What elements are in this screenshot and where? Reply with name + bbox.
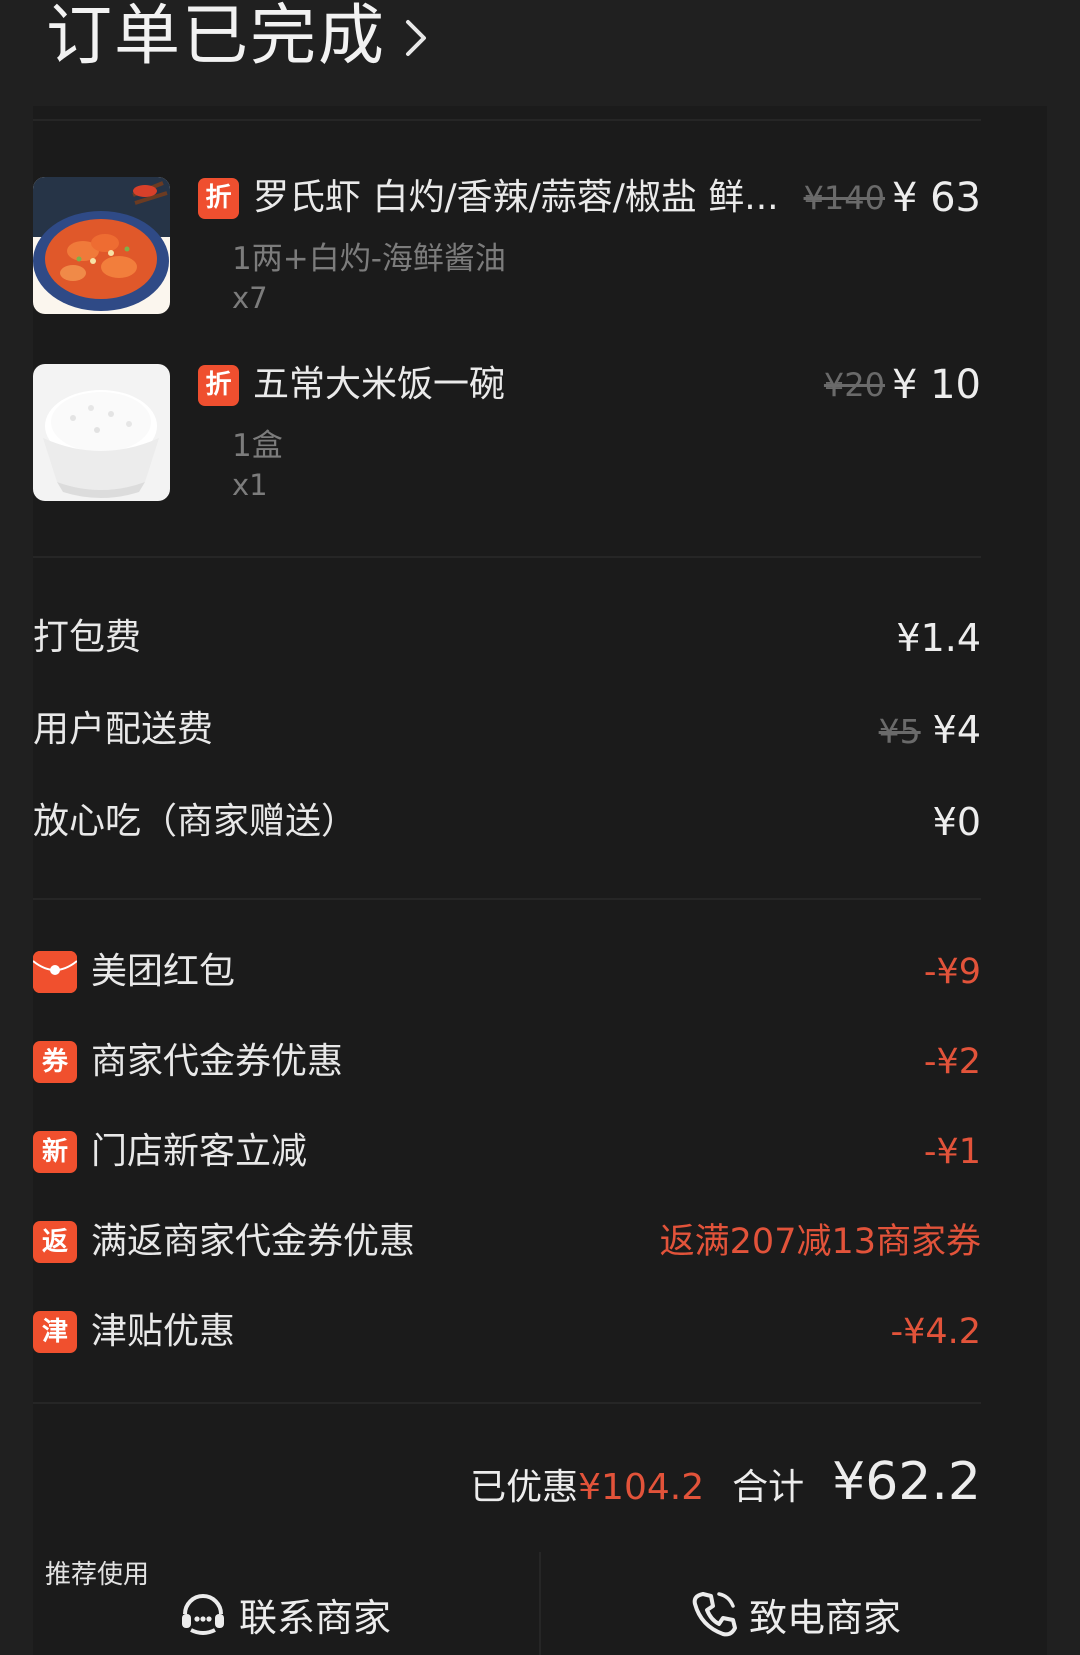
saved-amount: ¥104.2	[578, 1467, 705, 1508]
order-status-title[interactable]: 订单已完成	[46, 0, 430, 74]
chevron-right-icon	[406, 20, 426, 56]
divider	[33, 556, 981, 558]
food-safety-row: 放心吃（商家赠送） ¥0	[33, 794, 981, 850]
packing-fee-row: 打包费 ¥1.4	[33, 610, 981, 666]
item-price: ¥ 10	[891, 362, 981, 408]
discount-value: -¥4.2	[890, 1312, 981, 1352]
total-amount: ¥62.2	[832, 1452, 981, 1512]
rice-bowl-image	[33, 364, 170, 501]
shrimp-dish-image	[33, 177, 170, 314]
subsidy-row: 津 津贴优惠 -¥4.2	[33, 1304, 981, 1360]
divider	[33, 119, 981, 121]
call-merchant-label: 致电商家	[749, 1595, 902, 1640]
meituan-redpacket-row: 美团红包 -¥9	[33, 944, 981, 1000]
discount-value: 返满207减13商家券	[659, 1222, 981, 1262]
divider	[33, 1402, 981, 1404]
item-price: ¥ 63	[891, 175, 981, 221]
coupon-icon: 券	[33, 1041, 77, 1083]
item-quantity: x1	[232, 468, 268, 502]
order-detail-page: 订单已完成 折 罗氏虾 白灼/香辣/蒜蓉/椒盐 鲜... 1两+白灼-海鲜酱油 …	[0, 0, 1080, 1655]
total-label: 合计	[732, 1467, 805, 1508]
merchant-coupon-row: 券 商家代金券优惠 -¥2	[33, 1034, 981, 1090]
item-spec: 1两+白灼-海鲜酱油	[232, 241, 506, 277]
saved-label: 已优惠	[470, 1467, 579, 1508]
phone-icon	[692, 1592, 737, 1637]
fee-current-value: ¥4	[932, 708, 981, 752]
item-name: 五常大米饭一碗	[253, 364, 506, 405]
item-original-price: ¥20	[823, 366, 885, 404]
discount-label: 满返商家代金券优惠	[91, 1221, 416, 1262]
new-customer-icon: 新	[33, 1131, 77, 1173]
discount-label: 商家代金券优惠	[91, 1041, 344, 1082]
discount-tag: 折	[198, 365, 239, 406]
bottom-action-bar: 推荐使用 联系商家 致电商家	[33, 1548, 1047, 1655]
subsidy-icon: 津	[33, 1311, 77, 1353]
red-packet-icon	[33, 951, 77, 993]
fee-value: ¥0	[932, 800, 981, 844]
discount-value: -¥2	[923, 1042, 981, 1082]
divider	[33, 898, 981, 900]
delivery-fee-row: 用户配送费 ¥5 ¥4	[33, 702, 981, 758]
chat-headset-icon	[182, 1594, 224, 1635]
discount-value: -¥1	[923, 1132, 981, 1172]
order-header: 订单已完成	[0, 0, 1080, 106]
contact-merchant-button[interactable]: 联系商家	[179, 1584, 391, 1644]
fee-value: ¥1.4	[896, 616, 981, 660]
cashback-coupon-row: 返 满返商家代金券优惠 返满207减13商家券	[33, 1214, 981, 1270]
item-spec: 1盒	[232, 428, 283, 464]
fee-value: ¥5 ¥4	[879, 702, 981, 760]
contact-merchant-label: 联系商家	[239, 1595, 392, 1640]
cashback-icon: 返	[33, 1221, 77, 1263]
order-total: 已优惠 ¥104.2 合计 ¥62.2	[470, 1452, 981, 1522]
discount-value: -¥9	[923, 952, 981, 992]
order-item[interactable]: 折 罗氏虾 白灼/香辣/蒜蓉/椒盐 鲜... 1两+白灼-海鲜酱油 x7 ¥14…	[33, 175, 981, 317]
item-quantity: x7	[232, 281, 268, 315]
item-original-price: ¥140	[803, 179, 885, 217]
discount-tag: 折	[198, 178, 239, 219]
fee-label: 用户配送费	[33, 709, 214, 750]
fee-label: 放心吃（商家赠送）	[33, 801, 358, 842]
recommend-hint: 推荐使用	[45, 1560, 150, 1590]
item-name: 罗氏虾 白灼/香辣/蒜蓉/椒盐 鲜...	[253, 177, 779, 218]
order-card	[33, 106, 1047, 1655]
discount-label: 美团红包	[91, 951, 236, 992]
fee-label: 打包费	[33, 617, 142, 658]
order-item[interactable]: 折 五常大米饭一碗 1盒 x1 ¥20 ¥ 10	[33, 362, 981, 504]
divider	[539, 1552, 541, 1655]
discount-label: 门店新客立减	[91, 1131, 308, 1172]
call-merchant-button[interactable]: 致电商家	[689, 1584, 901, 1644]
order-status-label: 订单已完成	[46, 0, 386, 74]
new-customer-row: 新 门店新客立减 -¥1	[33, 1124, 981, 1180]
fee-original-value: ¥5	[878, 712, 921, 751]
discount-label: 津贴优惠	[91, 1311, 236, 1352]
